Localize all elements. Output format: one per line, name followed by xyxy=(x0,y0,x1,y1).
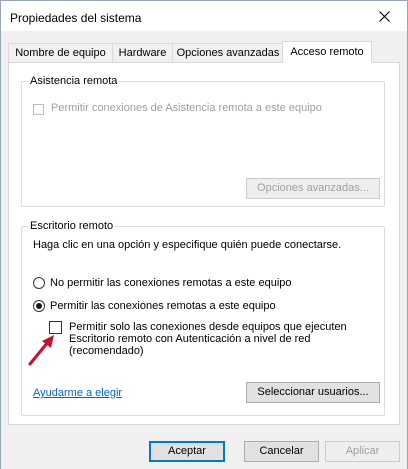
tab-hardware[interactable]: Hardware xyxy=(112,43,173,62)
advanced-options-button[interactable]: Opciones avanzadas... xyxy=(246,178,380,199)
remote-assistance-legend: Asistencia remota xyxy=(28,75,120,87)
close-button[interactable] xyxy=(363,1,407,31)
nla-label-line3[interactable]: (recomendado) xyxy=(69,345,144,357)
remote-desktop-legend: Escritorio remoto xyxy=(28,220,116,232)
tab-remote[interactable]: Acceso remoto xyxy=(282,41,372,63)
remote-tab-panel: Asistencia remota Permitir conexiones de… xyxy=(8,62,400,425)
select-users-button[interactable]: Seleccionar usuarios... xyxy=(246,382,380,403)
ok-button[interactable]: Aceptar xyxy=(149,441,225,462)
radio-deny-remote[interactable] xyxy=(33,277,45,289)
cancel-button[interactable]: Cancelar xyxy=(244,441,319,462)
remote-desktop-instruction: Haga clic en una opción y especifique qu… xyxy=(33,239,342,251)
radio-allow-remote[interactable] xyxy=(33,300,45,312)
nla-label-line1[interactable]: Permitir solo las conexiones desde equip… xyxy=(69,321,347,333)
remote-assistance-group: Asistencia remota Permitir conexiones de… xyxy=(21,75,385,207)
remote-assistance-checkbox[interactable] xyxy=(33,104,44,115)
close-icon xyxy=(379,11,390,22)
remote-assistance-checkbox-label: Permitir conexiones de Asistencia remota… xyxy=(51,102,322,114)
apply-button[interactable]: Aplicar xyxy=(325,441,400,462)
window-title: Propiedades del sistema xyxy=(10,11,142,25)
remote-desktop-group: Escritorio remoto Haga clic en una opció… xyxy=(21,220,385,416)
tab-computer-name[interactable]: Nombre de equipo xyxy=(8,43,113,62)
tab-advanced[interactable]: Opciones avanzadas xyxy=(172,43,284,62)
annotation-arrow-icon xyxy=(28,335,54,366)
radio-allow-remote-label[interactable]: Permitir las conexiones remotas a este e… xyxy=(50,300,276,312)
radio-deny-remote-label[interactable]: No permitir las conexiones remotas a est… xyxy=(50,277,292,289)
radio-selected-dot xyxy=(36,303,42,309)
nla-label-line2[interactable]: Escritorio remoto con Autenticación a ni… xyxy=(69,333,311,345)
help-choose-link[interactable]: Ayudarme a elegir xyxy=(33,387,122,399)
title-bar[interactable]: Propiedades del sistema xyxy=(1,1,407,31)
system-properties-window: Propiedades del sistema Nombre de equipo… xyxy=(0,0,408,469)
